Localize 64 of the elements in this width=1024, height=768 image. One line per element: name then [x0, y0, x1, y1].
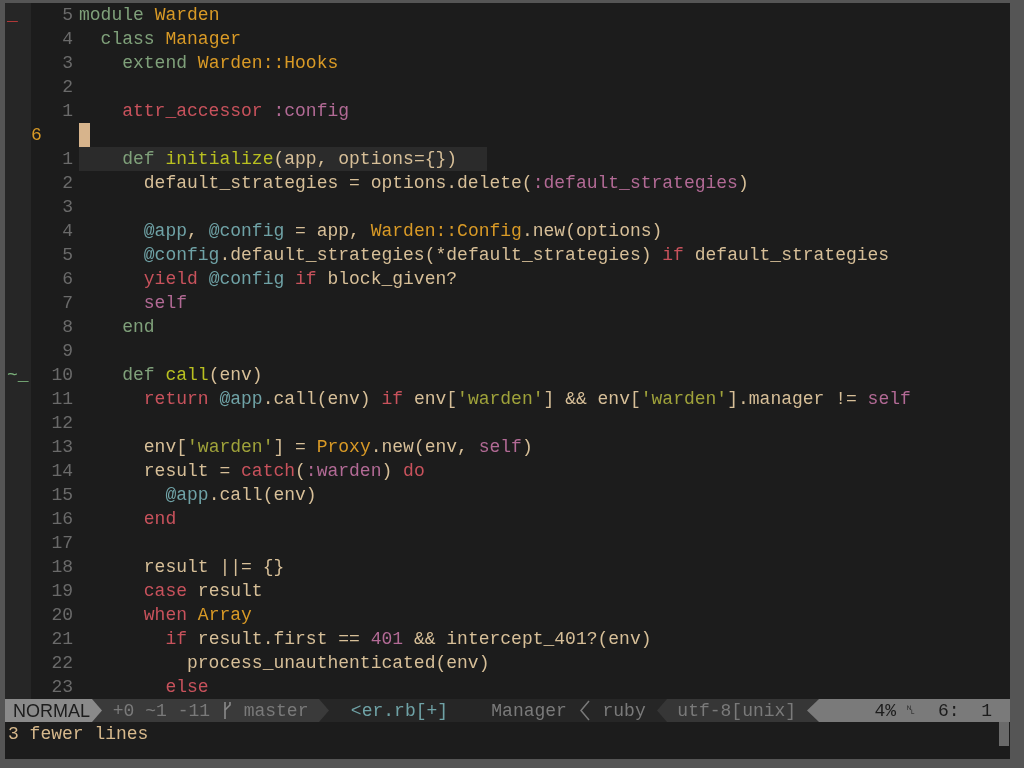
- code-line: case result: [142, 580, 263, 603]
- line-number: 14: [51, 460, 73, 483]
- line-number: 2: [62, 172, 73, 195]
- line-number: 19: [51, 580, 73, 603]
- line-number: 3: [62, 52, 73, 75]
- code-line: extend Warden::Hooks: [121, 52, 339, 75]
- line-number: 23: [51, 676, 73, 699]
- line-number: 2: [62, 76, 73, 99]
- line-number: 4: [62, 28, 73, 51]
- line-number: 3: [62, 196, 73, 219]
- code-line: module Warden: [79, 4, 220, 27]
- code-line: def call(env): [121, 364, 263, 387]
- file-name: <er.rb[+]: [329, 699, 449, 722]
- line-number: 21: [51, 628, 73, 651]
- line-number: 10: [51, 364, 73, 387]
- code-line: process_unauthenticated(env): [186, 652, 490, 675]
- scrollbar: [999, 722, 1009, 746]
- code-line: attr_accessor :config: [121, 100, 350, 123]
- scope-name: Manager: [448, 699, 578, 722]
- code-line: env['warden'] = Proxy.new(env, self): [142, 436, 533, 459]
- cursor-position: 6: 1: [938, 699, 992, 723]
- git-sign: ~_: [7, 365, 29, 385]
- code-line: when Array: [142, 604, 252, 627]
- git-sign: _: [7, 5, 18, 25]
- code-line: end: [142, 508, 177, 531]
- line-number: 17: [51, 532, 73, 555]
- line-number: 13: [51, 436, 73, 459]
- line-number: 6: [31, 124, 42, 147]
- code-line: class Manager: [99, 28, 242, 51]
- code-line: @config.default_strategies(*default_strategies) if default_strategies: [142, 244, 890, 267]
- code-line: @app, @config = app, Warden::Config.new(options): [142, 220, 663, 243]
- file-type: ruby: [591, 699, 657, 722]
- segment-separator: [656, 699, 667, 722]
- line-number: 5: [62, 244, 73, 267]
- line-number: 1: [62, 100, 73, 123]
- message-text: 3 fewer lines: [7, 723, 149, 746]
- code-line: @app.call(env): [164, 484, 317, 507]
- code-line: end: [121, 316, 155, 339]
- code-line: else: [164, 676, 209, 699]
- code-line: result = catch(:warden) do: [142, 460, 425, 483]
- line-number: 18: [51, 556, 73, 579]
- line-number: 8: [62, 316, 73, 339]
- git-diff-stats: +0 ~1 -11: [102, 699, 221, 722]
- line-number: 6: [62, 268, 73, 291]
- line-number: 15: [51, 484, 73, 507]
- code-line: default_strategies = options.delete(:default_strategies): [142, 172, 749, 195]
- line-number: 5: [62, 4, 73, 27]
- line-number: 7: [62, 292, 73, 315]
- line-number: 1: [62, 148, 73, 171]
- code-line: self: [142, 292, 188, 315]
- segment-separator: [319, 699, 330, 722]
- code-line: yield @config if block_given?: [142, 268, 458, 291]
- scroll-percent: 4%: [874, 699, 896, 723]
- line-number: 22: [51, 652, 73, 675]
- code-line: if result.first == 401 && intercept_401?(env): [164, 628, 652, 651]
- line-number: 20: [51, 604, 73, 627]
- code-line: result ||= {}: [142, 556, 285, 579]
- line-number: 12: [51, 412, 73, 435]
- line-number-symbol: ␤: [906, 702, 916, 720]
- line-number: 11: [51, 388, 73, 411]
- line-number: 16: [51, 508, 73, 531]
- line-number: 4: [62, 220, 73, 243]
- code-line: return @app.call(env) if env['warden'] && env['warden'].manager != self: [142, 388, 911, 411]
- line-number: 9: [62, 340, 73, 363]
